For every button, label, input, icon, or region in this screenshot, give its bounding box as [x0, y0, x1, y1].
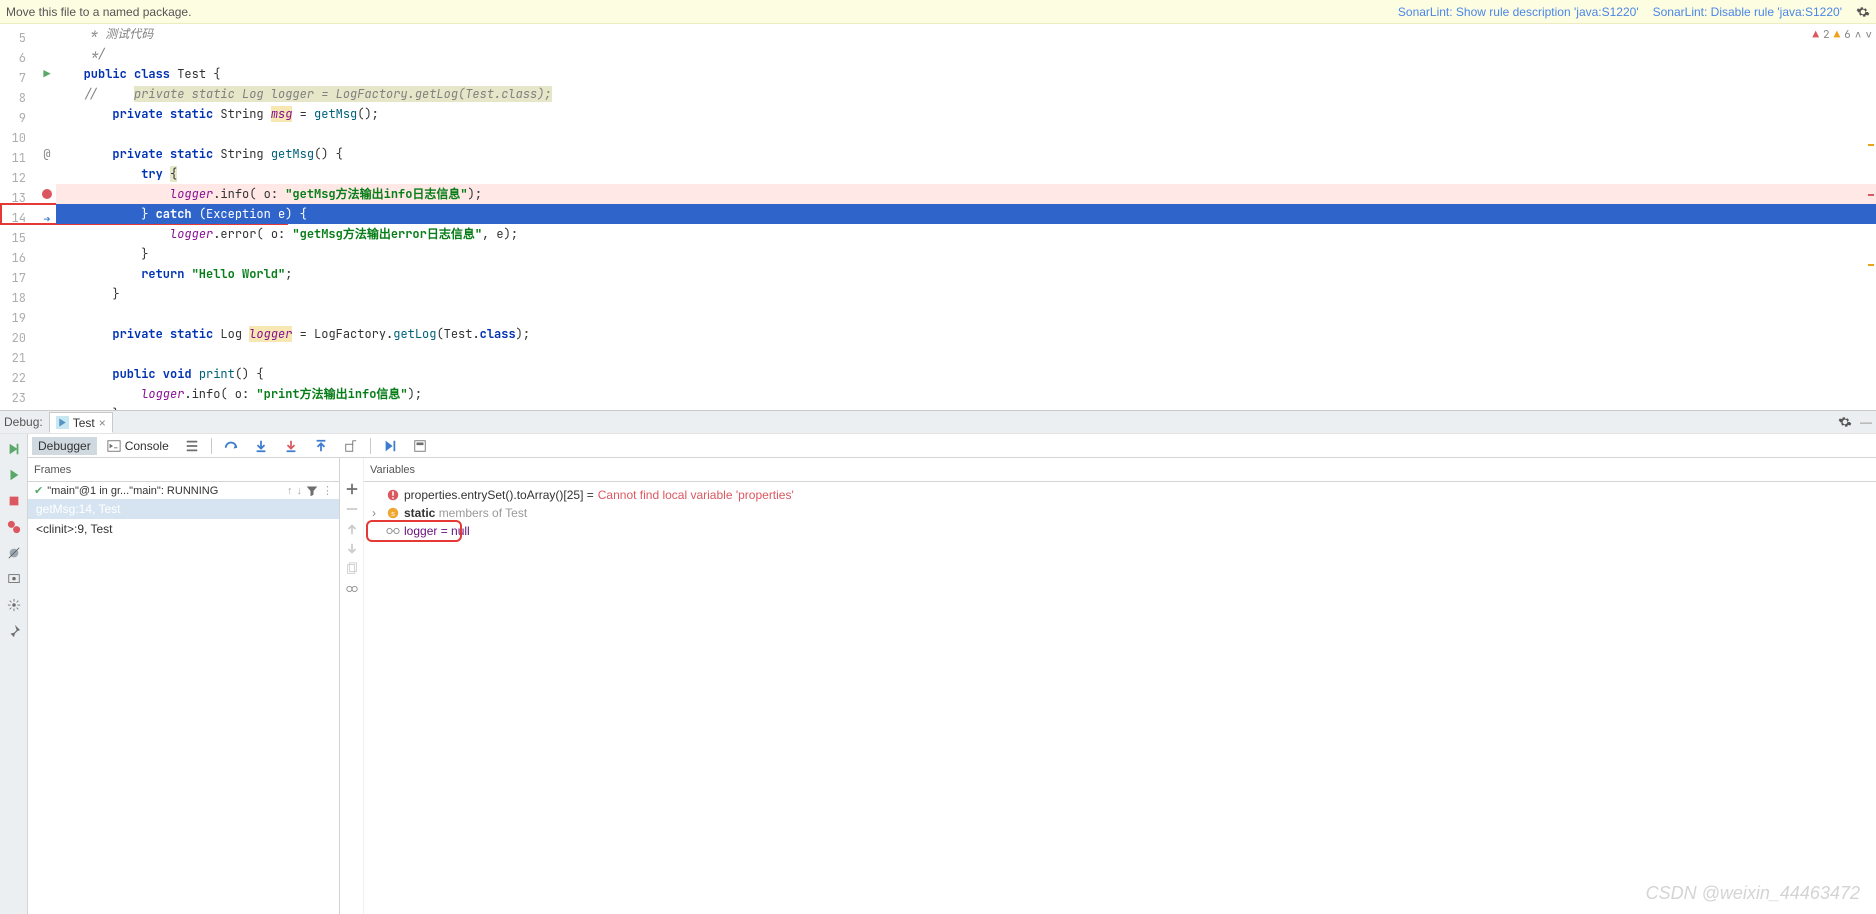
code-editor[interactable]: 56789101112131415161718192021222324 ▶@➔ …: [0, 24, 1876, 410]
move-down-button[interactable]: [345, 542, 359, 556]
code-line[interactable]: private static String getMsg() {: [56, 144, 1876, 164]
tab-console[interactable]: Console: [101, 437, 175, 455]
drop-frame-button[interactable]: [338, 437, 364, 455]
annotation-highlight-box: [366, 520, 462, 542]
remove-watch-button[interactable]: [345, 502, 359, 516]
frames-panel: Frames ✔ "main"@1 in gr..."main": RUNNIN…: [28, 458, 340, 914]
banner-link-show-rule[interactable]: SonarLint: Show rule description 'java:S…: [1398, 5, 1639, 19]
resume-button[interactable]: [5, 466, 23, 484]
evaluate-expression-button[interactable]: [407, 437, 433, 455]
variable-error-row[interactable]: properties.entrySet().toArray()[25] = Ca…: [372, 486, 1868, 504]
mute-breakpoints-button[interactable]: [5, 544, 23, 562]
error-count: 2: [1823, 28, 1830, 42]
code-line[interactable]: [56, 124, 1876, 144]
arrow-up-icon[interactable]: ↑: [287, 485, 293, 497]
arrow-down-icon[interactable]: ↓: [297, 485, 303, 497]
variables-header: Variables: [364, 458, 1876, 482]
variables-toolbar: [340, 458, 364, 914]
code-line[interactable]: [56, 344, 1876, 364]
code-line[interactable]: * 测试代码: [56, 24, 1876, 44]
debug-config-tab[interactable]: Test ×: [49, 412, 113, 433]
static-icon: s: [386, 506, 400, 520]
code-line[interactable]: */: [56, 44, 1876, 64]
code-line[interactable]: }: [56, 284, 1876, 304]
funnel-icon[interactable]: [306, 485, 318, 497]
show-watches-button[interactable]: [345, 582, 359, 596]
thread-selector[interactable]: ✔ "main"@1 in gr..."main": RUNNING ↑ ↓ ⋮: [28, 482, 339, 499]
stop-button[interactable]: [5, 492, 23, 510]
debug-label: Debug:: [4, 415, 43, 429]
debugger-toolbar: Debugger Console: [28, 434, 1876, 458]
code-line[interactable]: logger.error( o: "getMsg方法输出error日志信息", …: [56, 224, 1876, 244]
code-line[interactable]: public void print() {: [56, 364, 1876, 384]
console-icon: [107, 439, 121, 453]
settings-button[interactable]: [5, 596, 23, 614]
code-line[interactable]: // private static Log logger = LogFactor…: [56, 84, 1876, 104]
code-line[interactable]: }: [56, 244, 1876, 264]
run-to-cursor-button[interactable]: [377, 437, 403, 455]
java-run-icon: [56, 416, 69, 429]
tab-debugger[interactable]: Debugger: [32, 437, 97, 455]
variables-tree[interactable]: properties.entrySet().toArray()[25] = Ca…: [364, 482, 1876, 914]
code-line[interactable]: return "Hello World";: [56, 264, 1876, 284]
inspection-summary[interactable]: ▲ 2 ▲ 6 ∧∨: [1812, 28, 1872, 42]
variable-static-row[interactable]: › s static members of Test: [372, 504, 1868, 522]
step-over-button[interactable]: [218, 437, 244, 455]
code-line[interactable]: logger.info( o: "print方法输出info信息");: [56, 384, 1876, 404]
force-step-into-button[interactable]: [278, 437, 304, 455]
banner-link-disable-rule[interactable]: SonarLint: Disable rule 'java:S1220': [1653, 5, 1842, 19]
code-line[interactable]: [56, 304, 1876, 324]
thread-name: "main"@1 in gr..."main": RUNNING: [47, 485, 283, 497]
code-line[interactable]: logger.info( o: "getMsg方法输出info日志信息");: [56, 184, 1876, 204]
sonarlint-banner: Move this file to a named package. Sonar…: [0, 0, 1876, 24]
step-into-button[interactable]: [248, 437, 274, 455]
more-icon[interactable]: ⋮: [322, 484, 333, 497]
error-icon: [386, 488, 400, 502]
scrollbar-marks: [1866, 24, 1876, 410]
gear-icon[interactable]: [1856, 5, 1870, 19]
code-line[interactable]: public class Test {: [56, 64, 1876, 84]
code-line[interactable]: private static String msg = getMsg();: [56, 104, 1876, 124]
warning-yellow-icon: ▲: [1834, 28, 1841, 42]
debug-side-toolbar: [0, 434, 28, 914]
stack-frame[interactable]: <clinit>:9, Test: [28, 519, 339, 539]
banner-msg: Move this file to a named package.: [6, 5, 191, 19]
code-line[interactable]: try {: [56, 164, 1876, 184]
code-line[interactable]: private static Log logger = LogFactory.g…: [56, 324, 1876, 344]
warning-count: 6: [1844, 28, 1851, 42]
add-watch-button[interactable]: [345, 482, 359, 496]
step-out-button[interactable]: [308, 437, 334, 455]
copy-button[interactable]: [345, 562, 359, 576]
pin-button[interactable]: [5, 622, 23, 640]
threads-view-button[interactable]: [179, 437, 205, 455]
close-icon[interactable]: ×: [99, 416, 106, 430]
get-thread-dump-button[interactable]: [5, 570, 23, 588]
variable-logger-row[interactable]: logger = null: [372, 522, 1868, 540]
stack-frame[interactable]: getMsg:14, Test: [28, 499, 339, 519]
gear-icon[interactable]: [1838, 415, 1852, 429]
frames-header: Frames: [28, 458, 339, 482]
warning-red-icon: ▲: [1812, 28, 1819, 42]
svg-text:s: s: [391, 509, 395, 518]
code-line[interactable]: } catch (Exception e) {: [56, 204, 1876, 224]
debug-toolwindow-header: Debug: Test × —: [0, 410, 1876, 434]
rerun-button[interactable]: [5, 440, 23, 458]
minimize-icon[interactable]: —: [1860, 415, 1872, 429]
debug-config-name: Test: [73, 416, 95, 430]
code-line[interactable]: }: [56, 404, 1876, 410]
move-up-button[interactable]: [345, 522, 359, 536]
view-breakpoints-button[interactable]: [5, 518, 23, 536]
